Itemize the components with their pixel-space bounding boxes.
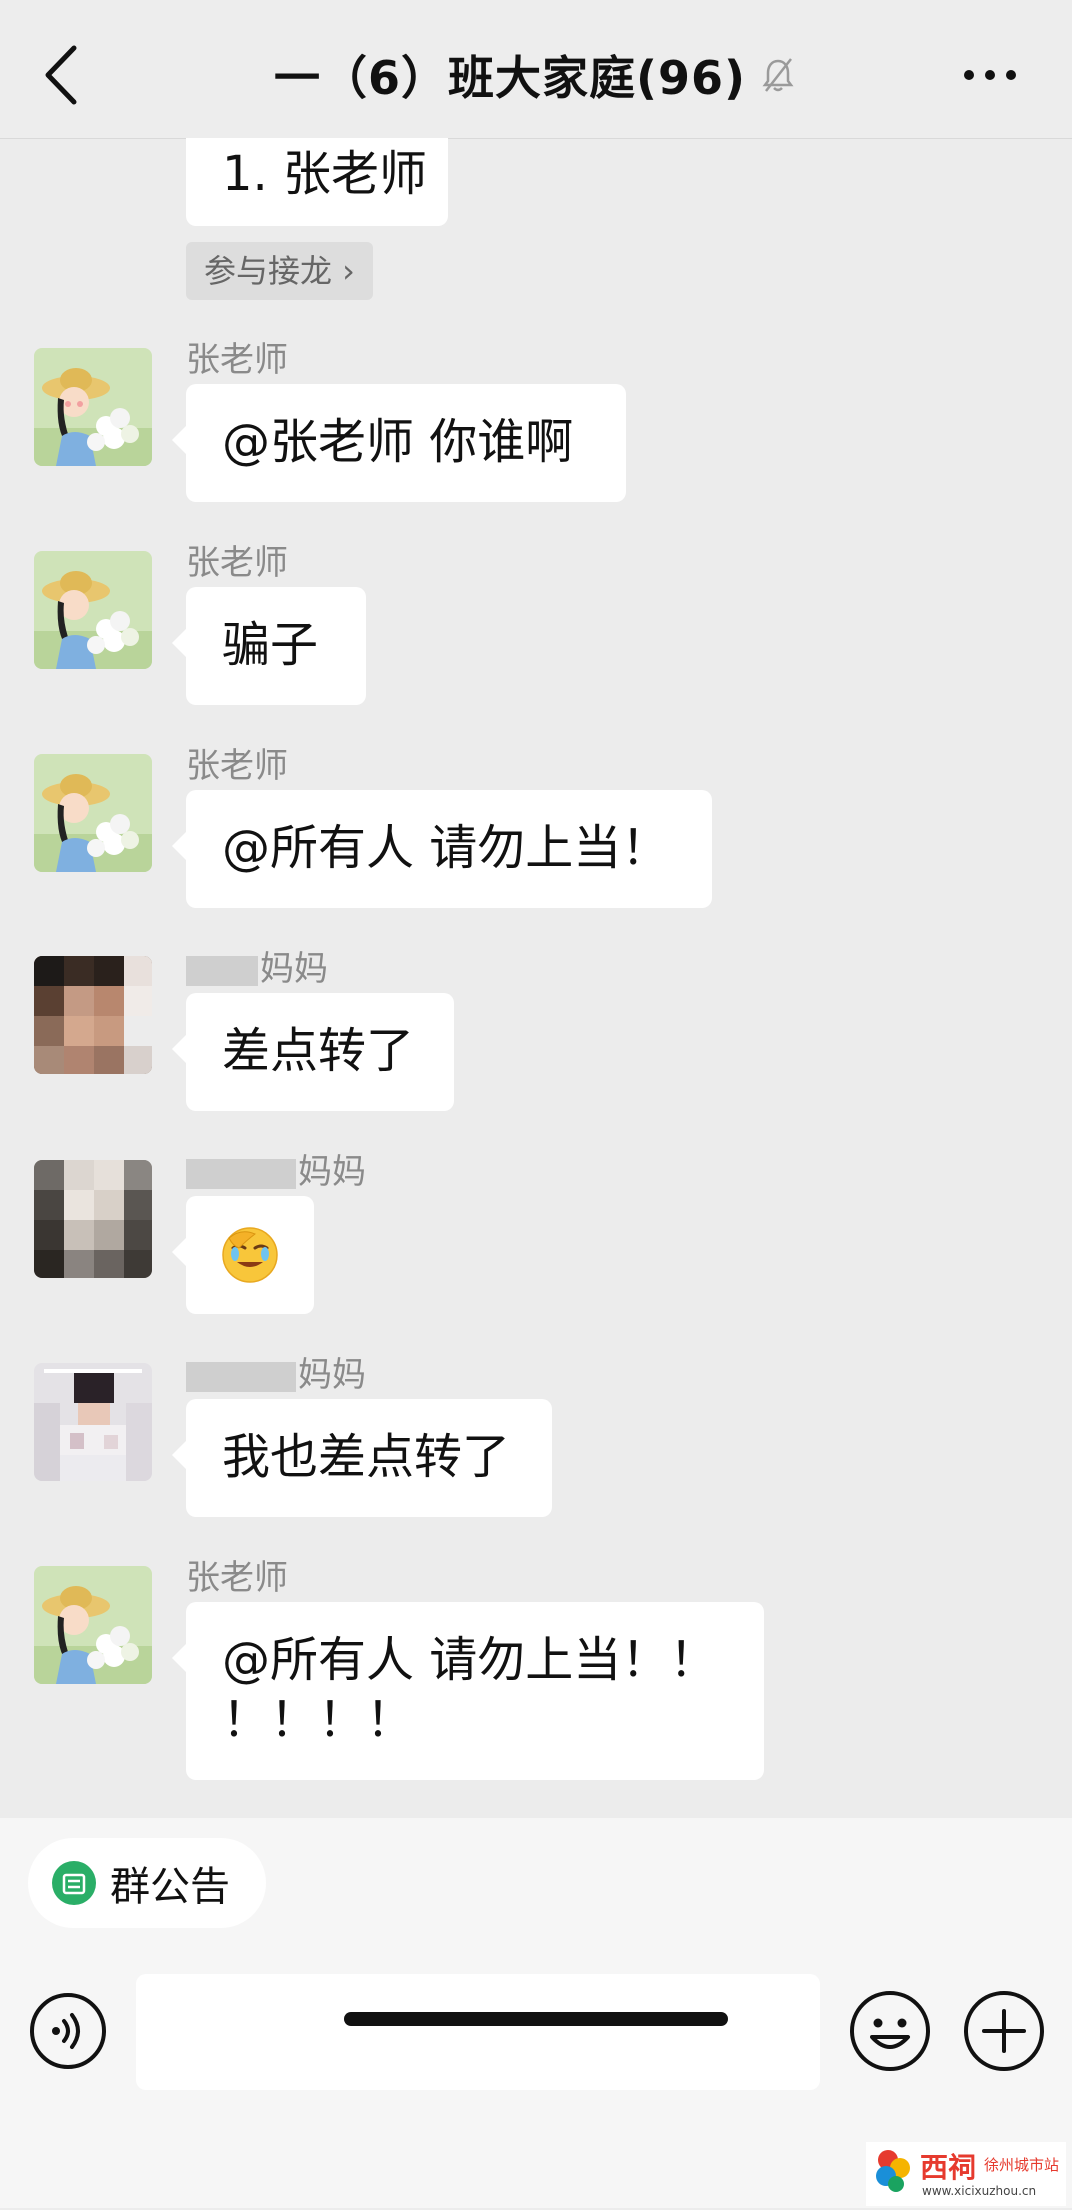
message-text: 差点转了 (222, 1023, 415, 1079)
voice-icon (30, 1993, 106, 2069)
bell-muted-icon (762, 58, 794, 92)
avatar-teacher[interactable] (34, 1566, 152, 1684)
message-text: @所有人 请勿上当！ (222, 820, 670, 876)
chat-header: 一（6）班大家庭(96) (0, 0, 1072, 139)
message-text-line2: ！！！！ (222, 1692, 415, 1748)
group-notice-button[interactable]: 群公告 (28, 1838, 266, 1928)
join-jielong-button[interactable]: 参与接龙 › (186, 242, 373, 300)
chat-title: 一（6）班大家庭(96) (273, 51, 747, 105)
emoji-button[interactable] (848, 1989, 932, 2073)
watermark-url: www.xicixuzhou.cn (922, 2184, 1037, 2198)
more-button[interactable] (960, 50, 1020, 100)
avatar-parent-blurred[interactable] (34, 1160, 152, 1278)
watermark-city: 徐州城市站 (984, 2156, 1060, 2174)
voice-button[interactable] (28, 1991, 108, 2071)
input-bar: 群公告 西祠 徐州城市站 www.xicixuzhou.cn (0, 1818, 1072, 2208)
back-button[interactable] (34, 38, 94, 112)
watermark-brand: 西祠 (920, 2151, 977, 2184)
message-bubble[interactable]: 差点转了 (172, 993, 454, 1111)
message-bubble[interactable]: 骗子 (172, 587, 366, 705)
jielong-entry-text: 1. 张老师 (222, 146, 428, 202)
sender-name-blurred (186, 1361, 296, 1392)
message-bubble[interactable]: @所有人 请勿上当！ (172, 790, 712, 908)
avatar-teacher[interactable] (34, 754, 152, 872)
plus-icon (964, 1991, 1044, 2071)
title-area: 一（6）班大家庭(96) (170, 38, 902, 112)
notice-label: 群公告 (110, 1864, 230, 1910)
teacher-avatar-icon (34, 348, 152, 466)
sender-name: 妈妈 (186, 1144, 366, 1193)
message-text: @张老师 你谁啊 (222, 414, 574, 470)
sender-name-blurred (186, 955, 258, 986)
sender-name: 张老师 (186, 746, 288, 786)
pixelated-avatar-icon (34, 1160, 152, 1278)
avatar-teacher[interactable] (34, 348, 152, 466)
message-text-line1: @所有人 请勿上当！！ (222, 1632, 718, 1688)
sender-name-visible: 妈妈 (260, 949, 328, 989)
sender-name: 妈妈 (186, 1347, 366, 1396)
site-watermark: 西祠 徐州城市站 www.xicixuzhou.cn (866, 2142, 1066, 2206)
message-bubble[interactable] (172, 1196, 314, 1314)
message-bubble[interactable]: @张老师 你谁啊 (172, 384, 626, 502)
avatar-parent-blurred[interactable] (34, 956, 152, 1074)
message-list[interactable]: 1. 张老师 参与接龙 › 张老师 @张老师 你谁啊 张老师 骗子 张老师 @所… (0, 138, 1072, 1818)
more-functions-button[interactable] (962, 1989, 1046, 2073)
sender-name-visible: 妈妈 (298, 1152, 366, 1192)
sender-name-blurred (186, 1158, 296, 1189)
message-text: 我也差点转了 (222, 1429, 511, 1485)
facepalm-emoji-icon (222, 1227, 278, 1283)
sender-name: 张老师 (186, 1558, 288, 1598)
sender-name: 张老师 (186, 340, 288, 380)
sender-name: 妈妈 (186, 941, 328, 990)
chevron-left-icon (45, 45, 77, 105)
notice-icon (52, 1861, 96, 1905)
message-input[interactable] (136, 1974, 820, 2090)
emoji-icon (850, 1991, 930, 2071)
home-indicator[interactable] (344, 2012, 728, 2026)
avatar-parent-blurred[interactable] (34, 1363, 152, 1481)
teacher-avatar-icon (34, 754, 152, 872)
avatar-teacher[interactable] (34, 551, 152, 669)
message-bubble[interactable]: @所有人 请勿上当！！ ！！！！ (172, 1602, 764, 1780)
pixelated-avatar-icon (34, 1363, 152, 1481)
teacher-avatar-icon (34, 551, 152, 669)
more-dots-icon (964, 70, 1016, 80)
sender-name: 张老师 (186, 543, 288, 583)
jielong-entry: 1. 张老师 (186, 138, 448, 226)
message-text: 骗子 (222, 617, 319, 673)
sender-name-visible: 妈妈 (298, 1355, 366, 1395)
pixelated-avatar-icon (34, 956, 152, 1074)
message-bubble[interactable]: 我也差点转了 (172, 1399, 552, 1517)
teacher-avatar-icon (34, 1566, 152, 1684)
